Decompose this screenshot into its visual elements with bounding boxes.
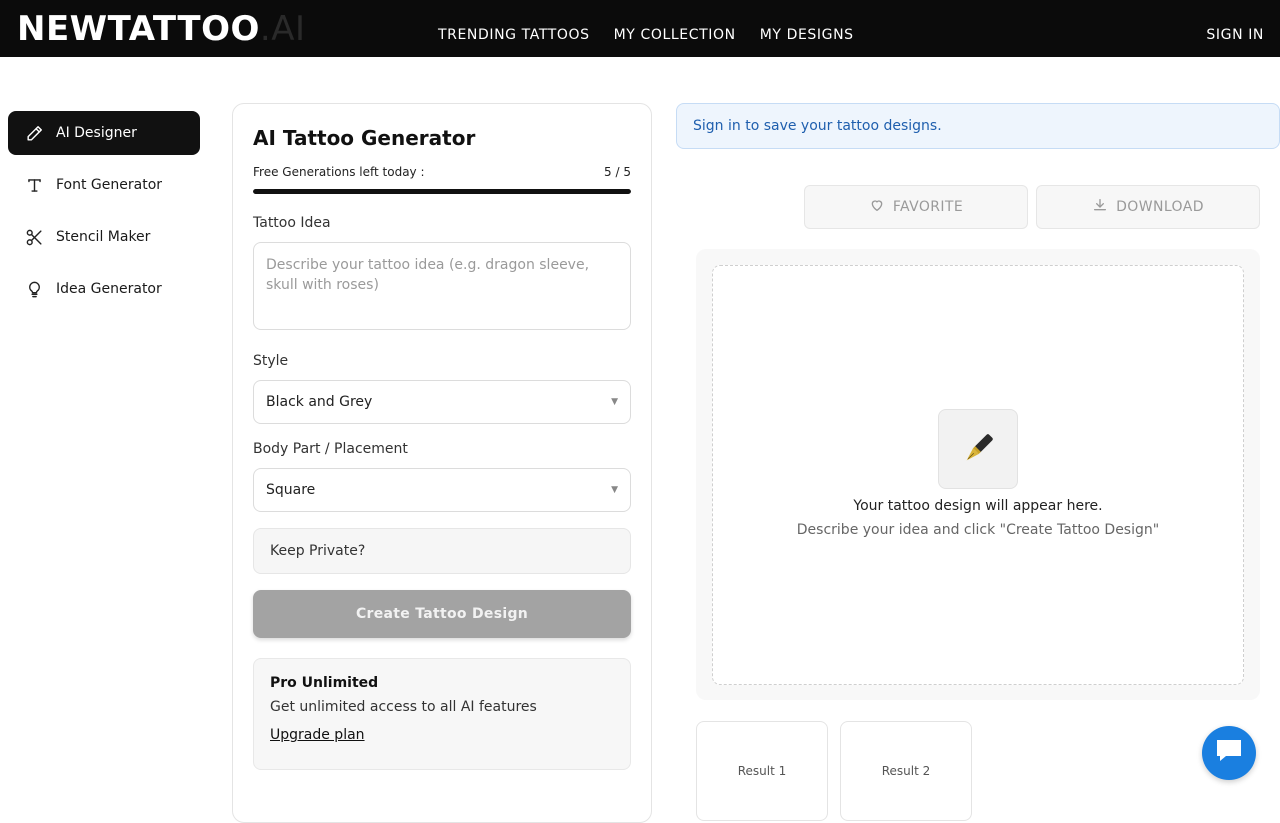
chevron-down-icon: ▼	[611, 397, 618, 407]
keep-private-label: Keep Private?	[270, 543, 366, 559]
sidebar-item-ai-designer[interactable]: AI Designer	[8, 111, 200, 155]
sign-in-banner-text: Sign in to save your tattoo designs.	[693, 118, 942, 134]
quota-value: 5 / 5	[604, 165, 631, 179]
result-thumbnail-2[interactable]: Result 2	[840, 721, 972, 821]
style-label: Style	[253, 353, 289, 369]
favorite-label: FAVORITE	[892, 199, 964, 215]
download-button[interactable]: DOWNLOAD	[1036, 185, 1260, 229]
create-tattoo-design-button[interactable]: Create Tattoo Design	[253, 590, 631, 638]
quota-progress-bar	[253, 189, 631, 194]
sidebar-item-label: AI Designer	[56, 125, 137, 141]
sidebar-item-label: Idea Generator	[56, 281, 162, 297]
chat-bubble-icon	[1214, 737, 1244, 769]
pro-description: Get unlimited access to all AI features	[270, 699, 537, 715]
top-navbar: NEWTATTOO.AI TRENDING TATTOOS MY COLLECT…	[0, 0, 1280, 57]
quota-row: Free Generations left today : 5 / 5	[253, 165, 631, 179]
keep-private-toggle[interactable]: Keep Private?	[253, 528, 631, 574]
sidebar-item-label: Font Generator	[56, 177, 163, 193]
heart-icon	[869, 197, 885, 217]
nav-trending-tattoos[interactable]: TRENDING TATTOOS	[438, 26, 590, 44]
download-label: DOWNLOAD	[1116, 199, 1204, 215]
result-thumbnail-1[interactable]: Result 1	[696, 721, 828, 821]
sidebar-item-stencil-maker[interactable]: Stencil Maker	[8, 215, 200, 259]
tattoo-idea-input[interactable]	[253, 242, 631, 330]
page-title: AI Tattoo Generator	[253, 126, 476, 150]
nav-my-designs[interactable]: MY DESIGNS	[760, 26, 854, 44]
result-label: Result 2	[881, 764, 931, 778]
text-icon	[24, 175, 44, 195]
nav-my-collection[interactable]: MY COLLECTION	[614, 26, 736, 44]
logo-main: NEWTATTOO	[17, 9, 260, 49]
result-label: Result 1	[737, 764, 787, 778]
preview-panel: Your tattoo design will appear here. Des…	[696, 249, 1260, 700]
pencil-icon	[24, 123, 44, 143]
fountain-pen-icon	[938, 409, 1018, 489]
generator-card: AI Tattoo Generator Free Generations lef…	[232, 103, 652, 823]
site-logo[interactable]: NEWTATTOO.AI	[17, 9, 305, 49]
quota-progress-fill	[253, 189, 631, 194]
pro-title: Pro Unlimited	[270, 675, 379, 691]
style-select-value: Black and Grey	[266, 394, 373, 410]
quota-label: Free Generations left today :	[253, 165, 425, 179]
sidebar-item-font-generator[interactable]: Font Generator	[8, 163, 200, 207]
chevron-down-icon: ▼	[611, 485, 618, 495]
sidebar: AI Designer Font Generator Stencil Maker…	[8, 111, 200, 319]
chat-support-button[interactable]	[1202, 726, 1256, 780]
sidebar-item-idea-generator[interactable]: Idea Generator	[8, 267, 200, 311]
tattoo-idea-label: Tattoo Idea	[253, 215, 331, 231]
placement-select-value: Square	[266, 482, 316, 498]
placement-label: Body Part / Placement	[253, 441, 408, 457]
empty-state-title: Your tattoo design will appear here.	[853, 498, 1103, 514]
pro-upsell-box: Pro Unlimited Get unlimited access to al…	[253, 658, 631, 770]
preview-dropzone: Your tattoo design will appear here. Des…	[712, 265, 1244, 685]
main-nav: TRENDING TATTOOS MY COLLECTION MY DESIGN…	[438, 26, 854, 44]
download-icon	[1092, 197, 1108, 217]
favorite-button[interactable]: FAVORITE	[804, 185, 1028, 229]
lightbulb-icon	[24, 279, 44, 299]
scissors-icon	[24, 227, 44, 247]
placement-select[interactable]: Square ▼	[253, 468, 631, 512]
sign-in-link[interactable]: SIGN IN	[1206, 26, 1264, 44]
sidebar-item-label: Stencil Maker	[56, 229, 151, 245]
sign-in-banner: Sign in to save your tattoo designs.	[676, 103, 1280, 149]
empty-state-subtitle: Describe your idea and click "Create Tat…	[796, 522, 1160, 538]
logo-suffix: .AI	[259, 9, 306, 49]
style-select[interactable]: Black and Grey ▼	[253, 380, 631, 424]
upgrade-plan-link[interactable]: Upgrade plan	[270, 727, 365, 743]
